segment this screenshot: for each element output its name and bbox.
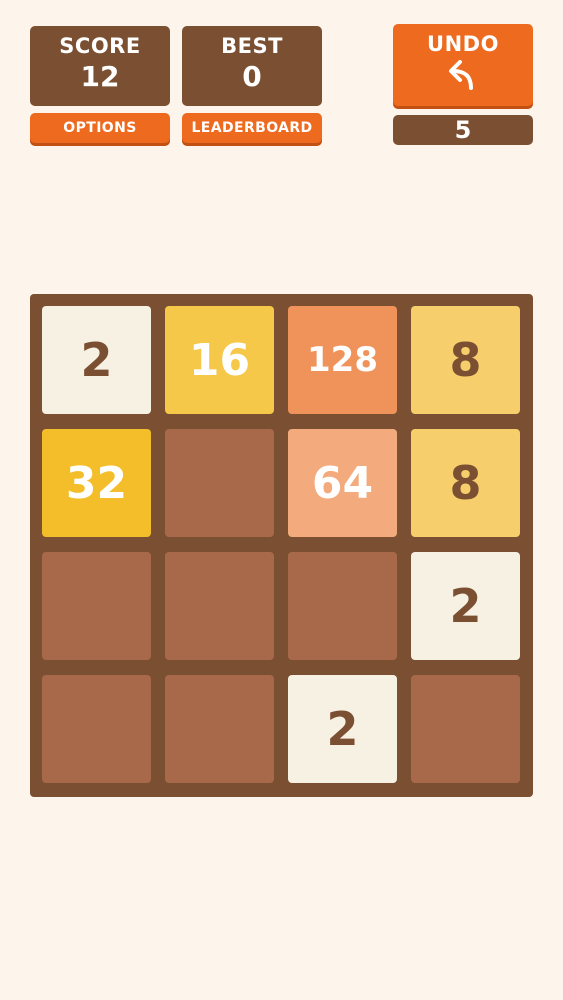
tile-8: 8 [411, 429, 520, 537]
best-value: 0 [242, 60, 262, 93]
tile-2: 2 [42, 306, 151, 414]
game-screen: SCORE 12 BEST 0 OPTIONS LEADERBOARD UNDO… [0, 0, 563, 1000]
tile-128: 128 [288, 306, 397, 414]
tile-32: 32 [42, 429, 151, 537]
empty-cell [165, 675, 274, 783]
empty-cell [165, 429, 274, 537]
leaderboard-label: LEADERBOARD [191, 120, 313, 136]
leaderboard-button[interactable]: LEADERBOARD [182, 113, 322, 143]
score-box: SCORE 12 [30, 26, 170, 106]
tile-64: 64 [288, 429, 397, 537]
empty-cell [42, 675, 151, 783]
tile-2: 2 [411, 552, 520, 660]
score-label: SCORE [59, 34, 141, 58]
empty-cell [165, 552, 274, 660]
empty-cell [411, 675, 520, 783]
tile-2: 2 [288, 675, 397, 783]
empty-cell [42, 552, 151, 660]
undo-button[interactable]: UNDO [393, 24, 533, 106]
score-value: 12 [80, 60, 120, 93]
options-button[interactable]: OPTIONS [30, 113, 170, 143]
best-box: BEST 0 [182, 26, 322, 106]
empty-cell [288, 552, 397, 660]
undo-arrow-icon [449, 60, 473, 90]
best-label: BEST [221, 34, 283, 58]
game-board[interactable]: 2 16 128 8 32 64 8 2 2 [30, 294, 533, 797]
undo-counter: 5 [393, 115, 533, 145]
tile-8: 8 [411, 306, 520, 414]
undo-label: UNDO [427, 32, 499, 56]
tile-16: 16 [165, 306, 274, 414]
